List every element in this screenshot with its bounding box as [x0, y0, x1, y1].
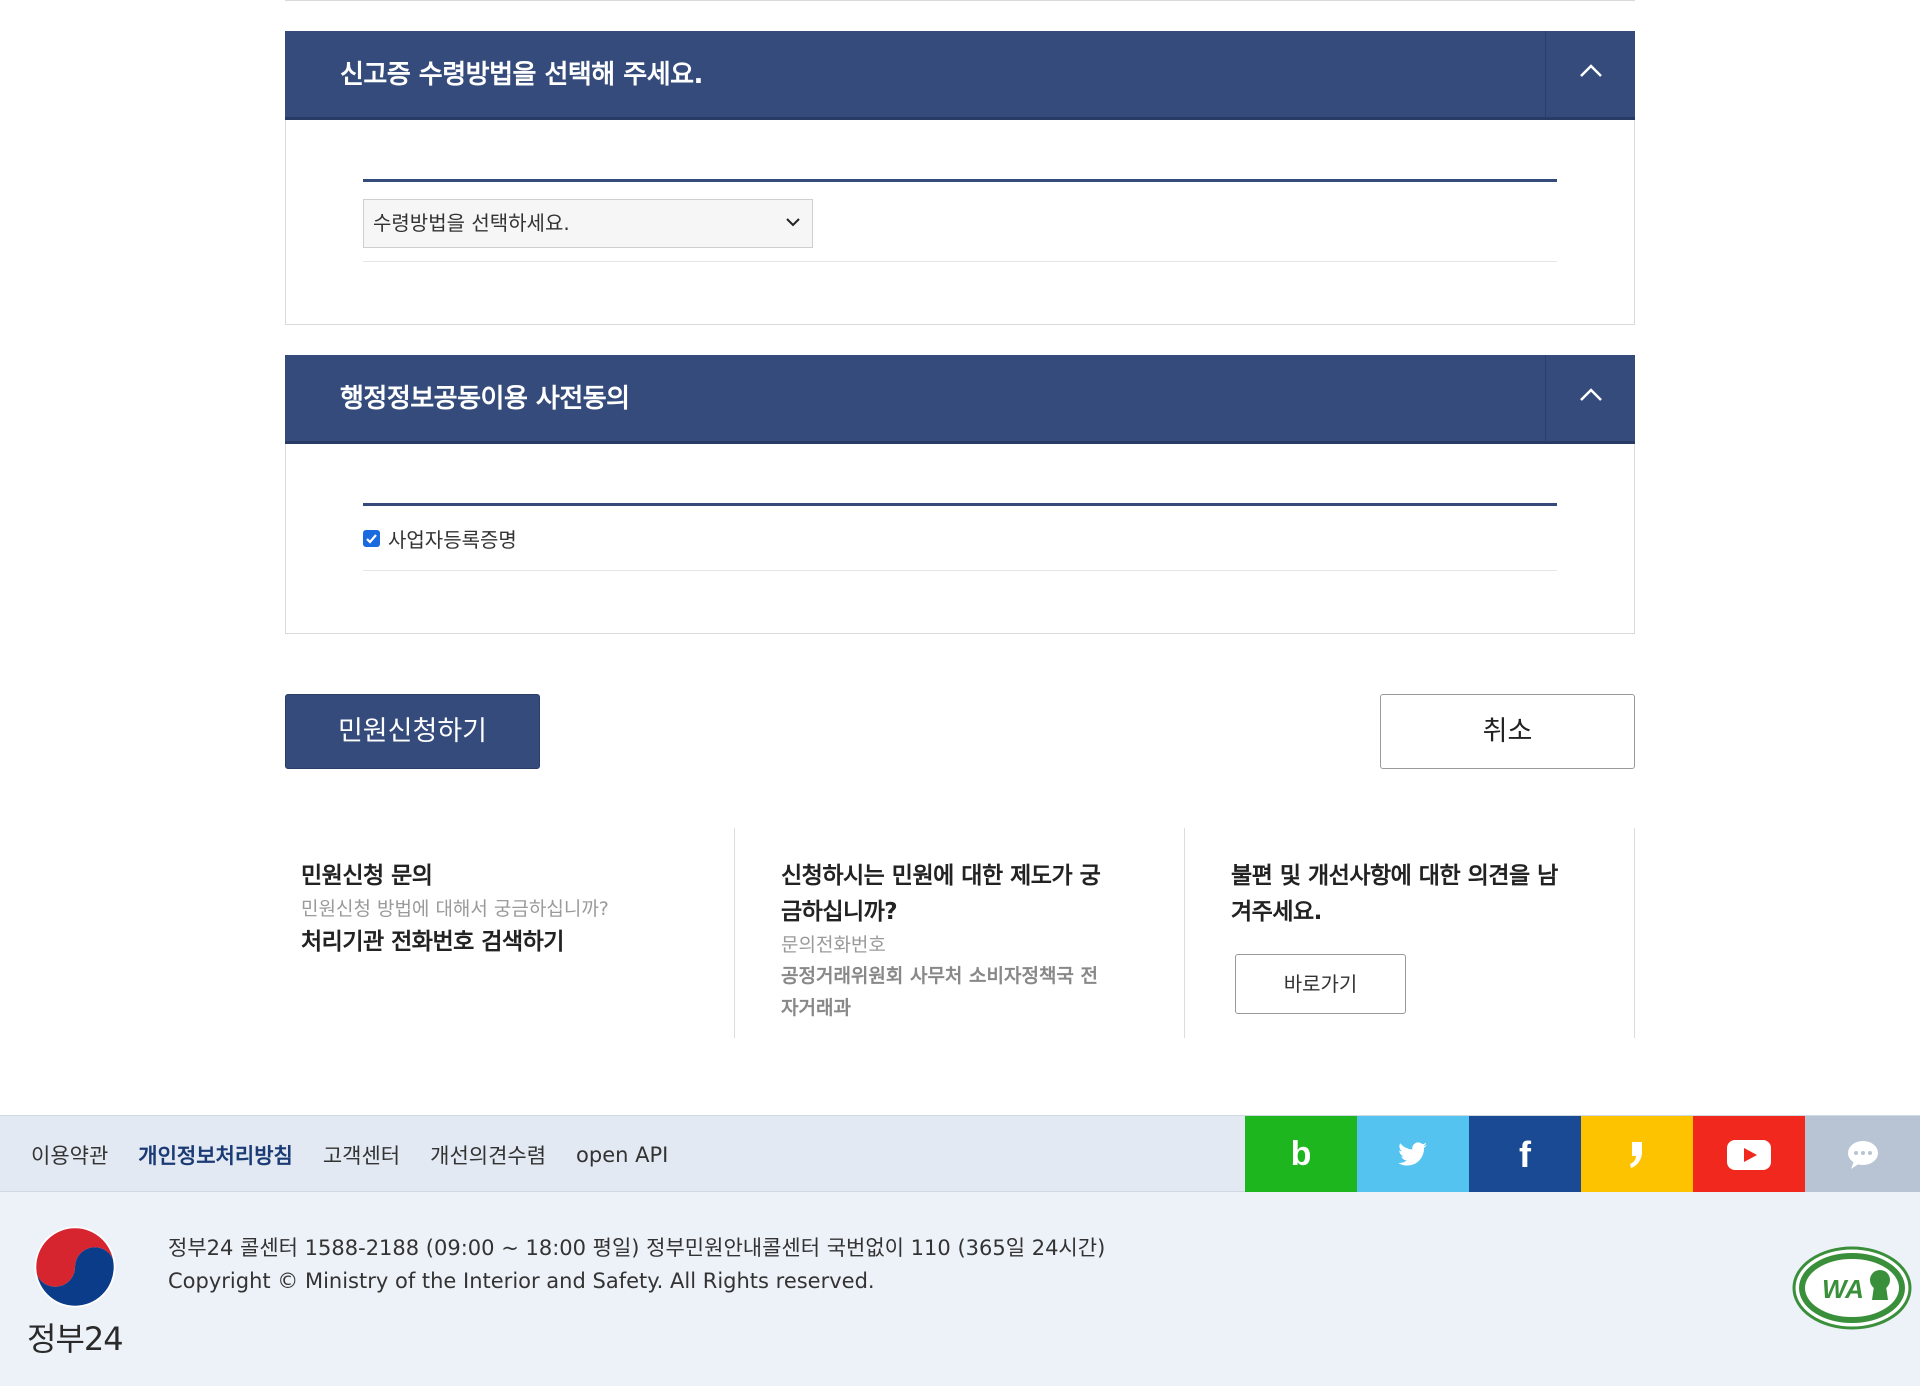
youtube-button[interactable] [1693, 1116, 1805, 1193]
system-info-title-line2: 금하십니까? [781, 899, 898, 925]
government-emblem-logo [34, 1226, 116, 1308]
footer-main: 정부24 정부24 콜센터 1588-2188 (09:00 ~ 18:00 평… [0, 1192, 1920, 1386]
consent-title: 행정정보공동이용 사전동의 [340, 384, 630, 414]
agency-phone-search-link[interactable]: 처리기관 전화번호 검색하기 [301, 924, 721, 960]
kakao-story-button[interactable] [1581, 1116, 1693, 1193]
brand-name: 정부24 [27, 1320, 124, 1358]
field-bottom-line [363, 261, 1557, 262]
top-divider [285, 0, 1635, 1]
chatbot-button[interactable] [1805, 1116, 1920, 1193]
blog-button[interactable]: b [1245, 1116, 1357, 1193]
youtube-icon [1727, 1139, 1771, 1170]
consent-panel: 행정정보공동이용 사전동의 사업자등록증명 [285, 355, 1635, 634]
receipt-method-collapse-button[interactable] [1545, 31, 1635, 117]
consent-body: 사업자등록증명 [285, 444, 1635, 634]
inquiry-title: 민원신청 문의 [301, 863, 433, 889]
facebook-icon: f [1519, 1133, 1531, 1175]
inquiry-info-column: 민원신청 문의 민원신청 방법에 대해서 궁금하십니까? 처리기관 전화번호 검… [301, 828, 721, 1038]
inquiry-subtitle: 민원신청 방법에 대해서 궁금하십니까? [301, 898, 609, 920]
system-info-column: 신청하시는 민원에 대한 제도가 궁 금하십니까? 문의전화번호 공정거래위원회… [781, 828, 1151, 1038]
footer-link-privacy[interactable]: 개인정보처리방침 [138, 1140, 293, 1170]
consent-checkbox[interactable] [363, 529, 380, 547]
chevron-up-icon [1580, 388, 1602, 401]
receipt-method-title: 신고증 수령방법을 선택해 주세요. [340, 60, 703, 90]
consent-checkbox-row: 사업자등록증명 [363, 524, 517, 553]
facebook-button[interactable]: f [1469, 1116, 1581, 1193]
wa-mark-text: WA [1822, 1274, 1864, 1304]
field-top-line [363, 503, 1557, 506]
feedback-info-column: 불편 및 개선사항에 대한 의견을 남 겨주세요. 바로가기 [1231, 828, 1611, 1038]
cancel-button[interactable]: 취소 [1380, 694, 1635, 769]
twitter-button[interactable] [1357, 1116, 1469, 1193]
web-accessibility-mark: WA [1792, 1246, 1912, 1330]
phone-label: 문의전화번호 [781, 934, 886, 956]
chevron-down-icon [786, 218, 800, 227]
info-divider [1634, 828, 1635, 1038]
checkmark-icon [366, 533, 377, 544]
receipt-method-select[interactable]: 수령방법을 선택하세요. [363, 199, 813, 248]
footer-link-open-api[interactable]: open API [576, 1143, 668, 1167]
department-line2: 자거래과 [781, 997, 851, 1019]
feedback-title-line1: 불편 및 개선사항에 대한 의견을 남 [1231, 863, 1558, 889]
chevron-up-icon [1580, 64, 1602, 77]
footer-link-terms[interactable]: 이용약관 [31, 1140, 108, 1170]
footer-link-customer-center[interactable]: 고객센터 [323, 1140, 400, 1170]
twitter-icon [1398, 1141, 1427, 1166]
consent-collapse-button[interactable] [1545, 355, 1635, 441]
system-info-title-line1: 신청하시는 민원에 대한 제도가 궁 [781, 863, 1101, 889]
field-bottom-line [363, 570, 1557, 571]
chat-bubble-icon [1847, 1140, 1878, 1169]
consent-header: 행정정보공동이용 사전동의 [285, 355, 1635, 444]
footer-links: 이용약관 개인정보처리방침 고객센터 개선의견수렴 open API [31, 1116, 698, 1193]
info-divider [734, 828, 735, 1038]
feedback-title-line2: 겨주세요. [1231, 899, 1322, 925]
receipt-method-body: 수령방법을 선택하세요. [285, 120, 1635, 325]
submit-application-button[interactable]: 민원신청하기 [285, 694, 540, 769]
receipt-method-panel: 신고증 수령방법을 선택해 주세요. 수령방법을 선택하세요. [285, 31, 1635, 325]
receipt-method-header: 신고증 수령방법을 선택해 주세요. [285, 31, 1635, 120]
field-top-line [363, 179, 1557, 182]
consent-checkbox-label[interactable]: 사업자등록증명 [388, 524, 517, 553]
department-line1: 공정거래위원회 사무처 소비자정책국 전 [781, 965, 1099, 987]
footer-link-feedback[interactable]: 개선의견수렴 [430, 1140, 546, 1170]
feedback-go-button[interactable]: 바로가기 [1235, 954, 1406, 1014]
copyright-text: Copyright © Ministry of the Interior and… [168, 1269, 875, 1293]
blog-icon: b [1290, 1135, 1312, 1173]
info-divider [1184, 828, 1185, 1038]
callcenter-info: 정부24 콜센터 1588-2188 (09:00 ~ 18:00 평일) 정부… [168, 1236, 1106, 1260]
receipt-method-select-value: 수령방법을 선택하세요. [373, 211, 570, 235]
kakao-story-icon [1630, 1141, 1642, 1168]
footer-link-bar: 이용약관 개인정보처리방침 고객센터 개선의견수렴 open API b f [0, 1115, 1920, 1193]
